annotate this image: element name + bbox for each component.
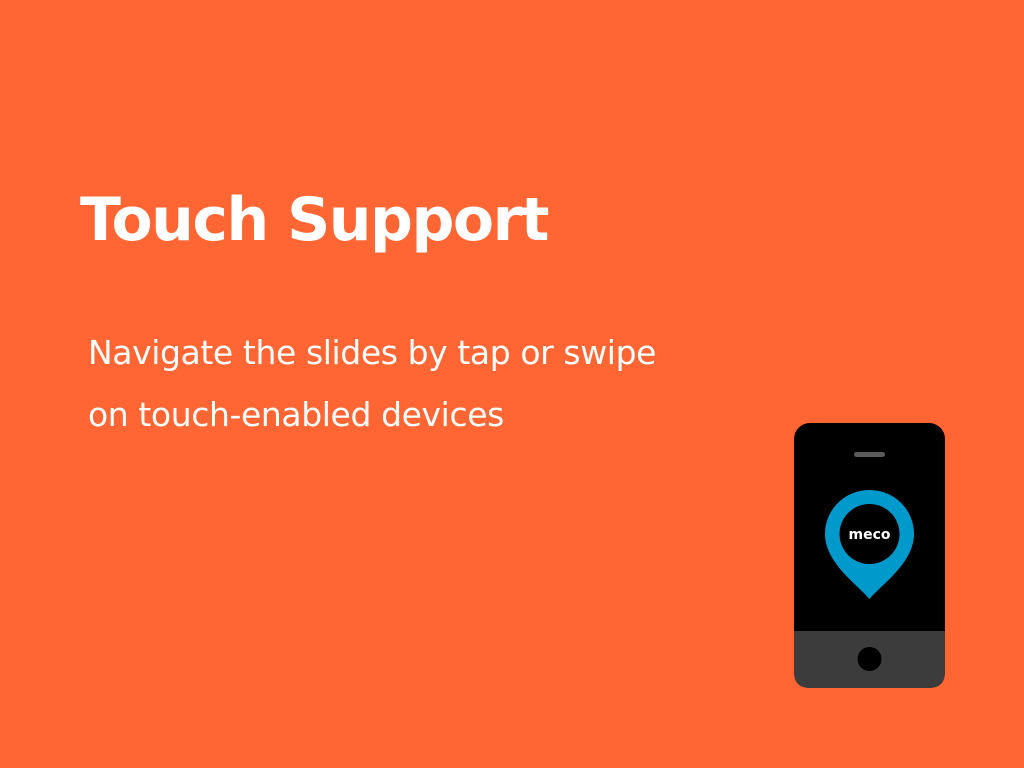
meco-logo-text: meco <box>849 527 891 543</box>
slide[interactable]: Touch Support Navigate the slides by tap… <box>0 0 1024 768</box>
home-button <box>857 647 882 671</box>
slide-subtitle: Navigate the slides by tap or swipe on t… <box>88 322 788 446</box>
subtitle-line-1: Navigate the slides by tap or swipe <box>88 333 657 372</box>
smartphone-icon: meco <box>794 423 945 688</box>
slide-title: Touch Support <box>80 185 549 255</box>
speaker-slot <box>854 452 885 457</box>
subtitle-line-2: on touch-enabled devices <box>88 395 504 434</box>
smartphone-illustration: meco <box>794 423 945 688</box>
